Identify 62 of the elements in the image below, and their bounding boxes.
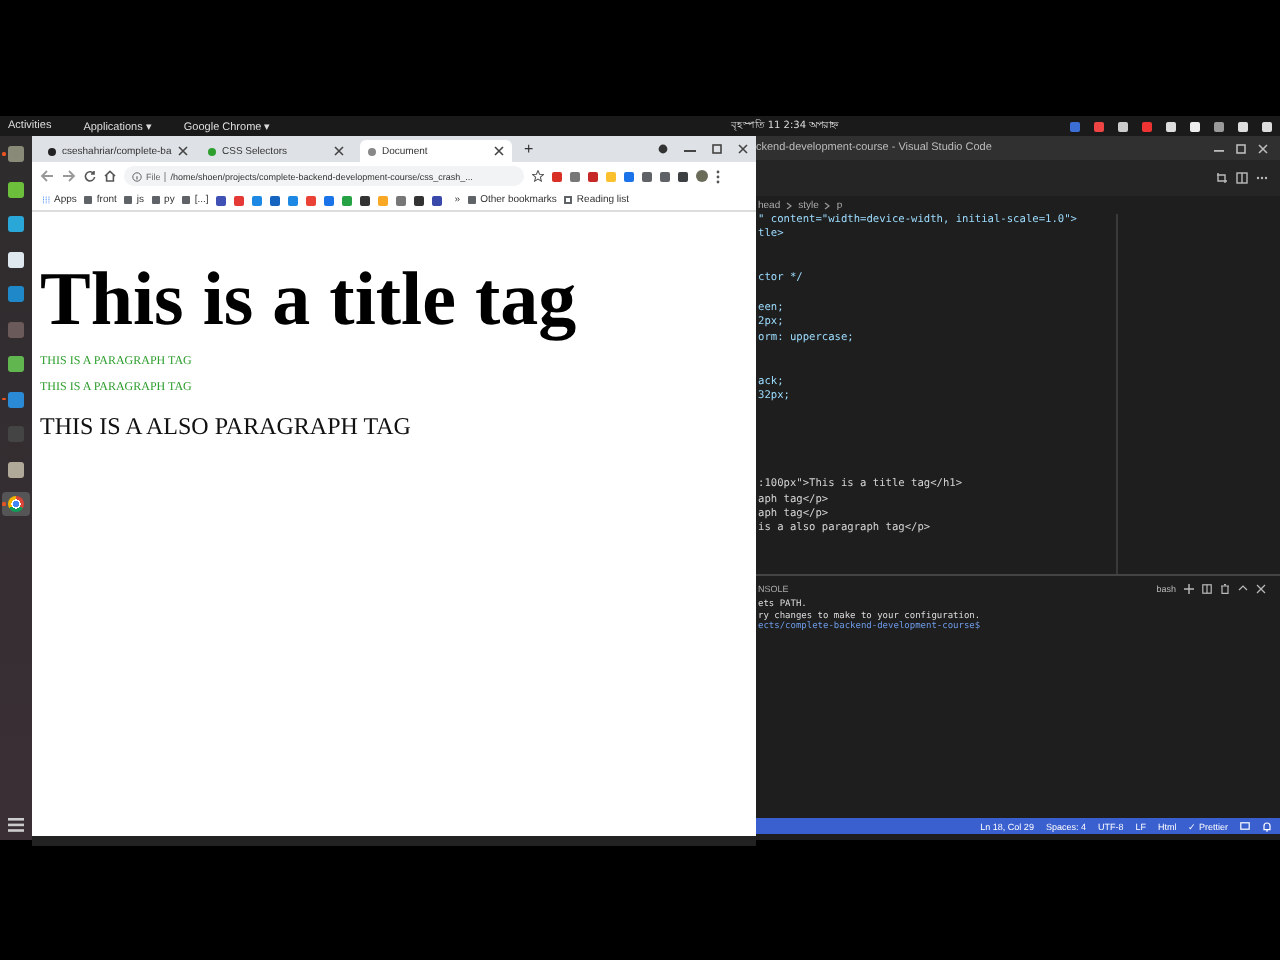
app-icon	[8, 216, 24, 232]
chevron-icon	[824, 201, 831, 209]
tab-icon	[208, 147, 216, 155]
tray-icon[interactable]	[1262, 121, 1272, 131]
forward-icon[interactable]	[62, 170, 76, 182]
folder-icon	[182, 196, 191, 204]
tray-icon[interactable]	[1118, 121, 1128, 131]
close-icon[interactable]	[1258, 143, 1268, 153]
plus-icon[interactable]	[1184, 583, 1194, 593]
star-icon[interactable]	[532, 170, 544, 182]
app-icon	[8, 146, 24, 162]
close-icon[interactable]	[334, 146, 344, 156]
dock-item[interactable]	[2, 457, 30, 481]
app-icon	[8, 321, 24, 337]
feedback-icon[interactable]	[1240, 821, 1250, 831]
app-icon	[8, 181, 24, 197]
home-icon[interactable]	[104, 170, 116, 182]
close-icon[interactable]	[177, 146, 188, 156]
apps-icon	[42, 196, 50, 204]
page-paragraph: THIS IS A ALSO PARAGRAPH TAG	[40, 412, 413, 440]
dock-item[interactable]	[2, 247, 30, 271]
dock-item[interactable]	[2, 177, 30, 201]
info-icon[interactable]	[132, 171, 142, 181]
folder-icon	[468, 196, 477, 204]
app-icon	[8, 251, 24, 267]
tab-icon	[48, 147, 56, 155]
minimize-icon[interactable]	[684, 144, 696, 154]
close-icon[interactable]	[494, 146, 504, 156]
reload-icon[interactable]	[84, 170, 96, 182]
avatar-icon[interactable]	[696, 170, 708, 182]
split-terminal-icon[interactable]	[1202, 583, 1212, 593]
tray-icon[interactable]	[1214, 121, 1224, 131]
split-editor-icon[interactable]	[1236, 172, 1248, 184]
record-icon[interactable]	[658, 144, 668, 154]
tray-icon[interactable]	[1238, 121, 1248, 131]
folder-icon	[152, 196, 161, 204]
trash-icon[interactable]	[1220, 583, 1230, 593]
close-icon[interactable]	[1256, 583, 1266, 593]
new-tab-button[interactable]: +	[524, 140, 534, 158]
app-icon	[8, 391, 24, 407]
dock-item[interactable]	[2, 352, 30, 376]
tab-icon	[368, 147, 376, 155]
back-icon[interactable]	[40, 170, 54, 182]
page-heading: This is a title tag	[40, 256, 579, 344]
reading-list-icon	[564, 196, 573, 204]
folder-icon	[84, 196, 93, 204]
close-icon[interactable]	[738, 144, 748, 154]
app-icon	[8, 286, 24, 302]
maximize-icon[interactable]	[712, 144, 722, 154]
browser-icon	[8, 496, 24, 512]
bell-icon[interactable]	[1262, 821, 1272, 831]
app-icon	[8, 356, 24, 372]
chevron-icon	[786, 201, 793, 209]
chevron-up-icon[interactable]	[1238, 584, 1248, 592]
dock-item[interactable]	[2, 492, 30, 516]
folder-icon	[124, 196, 133, 204]
app-icon	[8, 461, 24, 477]
tray-icon[interactable]	[1166, 121, 1176, 131]
tray-icon[interactable]	[1190, 121, 1200, 131]
app-grid-icon[interactable]	[8, 818, 24, 832]
dock-item[interactable]	[2, 212, 30, 236]
maximize-icon[interactable]	[1236, 143, 1246, 153]
